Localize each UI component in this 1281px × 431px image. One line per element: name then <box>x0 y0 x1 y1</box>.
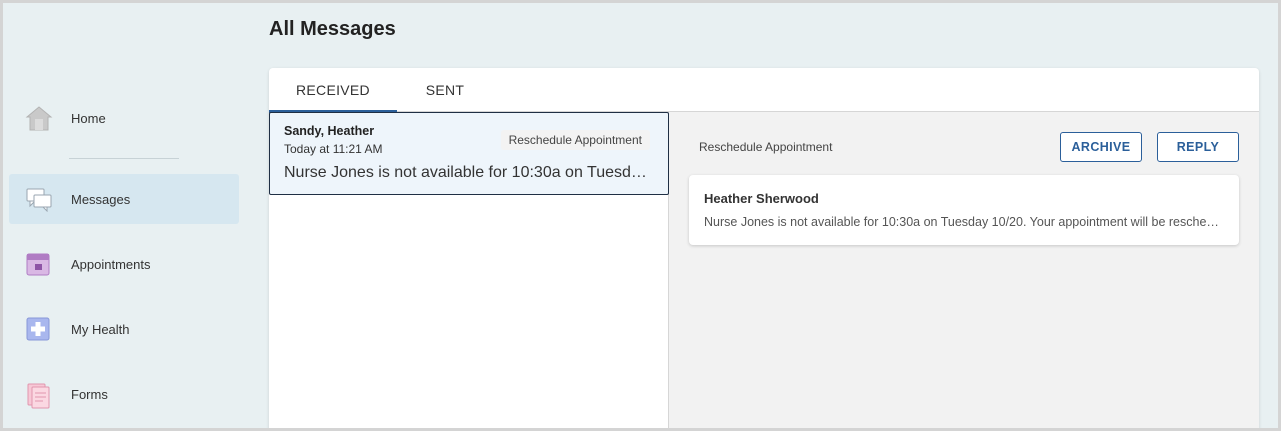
medical-cross-icon <box>25 316 51 342</box>
home-icon <box>25 105 53 131</box>
messages-panel: RECEIVED SENT Sandy, Heather Today at 11… <box>269 68 1259 431</box>
tab-bar: RECEIVED SENT <box>269 68 1259 113</box>
tab-received[interactable]: RECEIVED <box>269 68 397 113</box>
sidebar-item-forms[interactable]: Forms <box>9 369 239 419</box>
sidebar-item-home[interactable]: Home <box>9 93 239 143</box>
message-preview: Nurse Jones is not available for 10:30a … <box>284 164 654 181</box>
tab-sent[interactable]: SENT <box>397 68 493 112</box>
calendar-icon <box>25 251 51 277</box>
sidebar: Home Messages Appointments My Health For… <box>3 3 253 428</box>
sidebar-item-my-health[interactable]: My Health <box>9 304 239 354</box>
message-list: Sandy, Heather Today at 11:21 AM Resched… <box>269 112 669 431</box>
message-subject: Reschedule Appointment <box>699 140 833 154</box>
message-author: Heather Sherwood <box>704 191 819 206</box>
archive-button[interactable]: ARCHIVE <box>1060 132 1142 162</box>
sidebar-item-label: Appointments <box>71 256 151 272</box>
reply-button[interactable]: REPLY <box>1157 132 1239 162</box>
sidebar-item-label: Forms <box>71 386 108 402</box>
sidebar-item-label: Home <box>71 110 106 126</box>
sidebar-item-label: Messages <box>71 191 131 207</box>
messages-icon <box>25 186 52 213</box>
message-category-badge: Reschedule Appointment <box>500 130 650 150</box>
sidebar-item-label: My Health <box>71 321 130 337</box>
message-body: Nurse Jones is not available for 10:30a … <box>704 215 1224 229</box>
page-title: All Messages <box>269 18 396 40</box>
message-sender: Sandy, Heather <box>284 124 375 138</box>
message-detail: Reschedule Appointment ARCHIVE REPLY Hea… <box>669 112 1259 431</box>
sidebar-item-appointments[interactable]: Appointments <box>9 239 239 289</box>
document-icon <box>25 381 51 409</box>
message-card[interactable]: Heather Sherwood Nurse Jones is not avai… <box>689 175 1239 245</box>
sidebar-item-messages[interactable]: Messages <box>9 174 239 224</box>
message-timestamp: Today at 11:21 AM <box>284 142 383 156</box>
sidebar-divider <box>69 158 179 159</box>
message-list-item[interactable]: Sandy, Heather Today at 11:21 AM Resched… <box>269 112 669 195</box>
